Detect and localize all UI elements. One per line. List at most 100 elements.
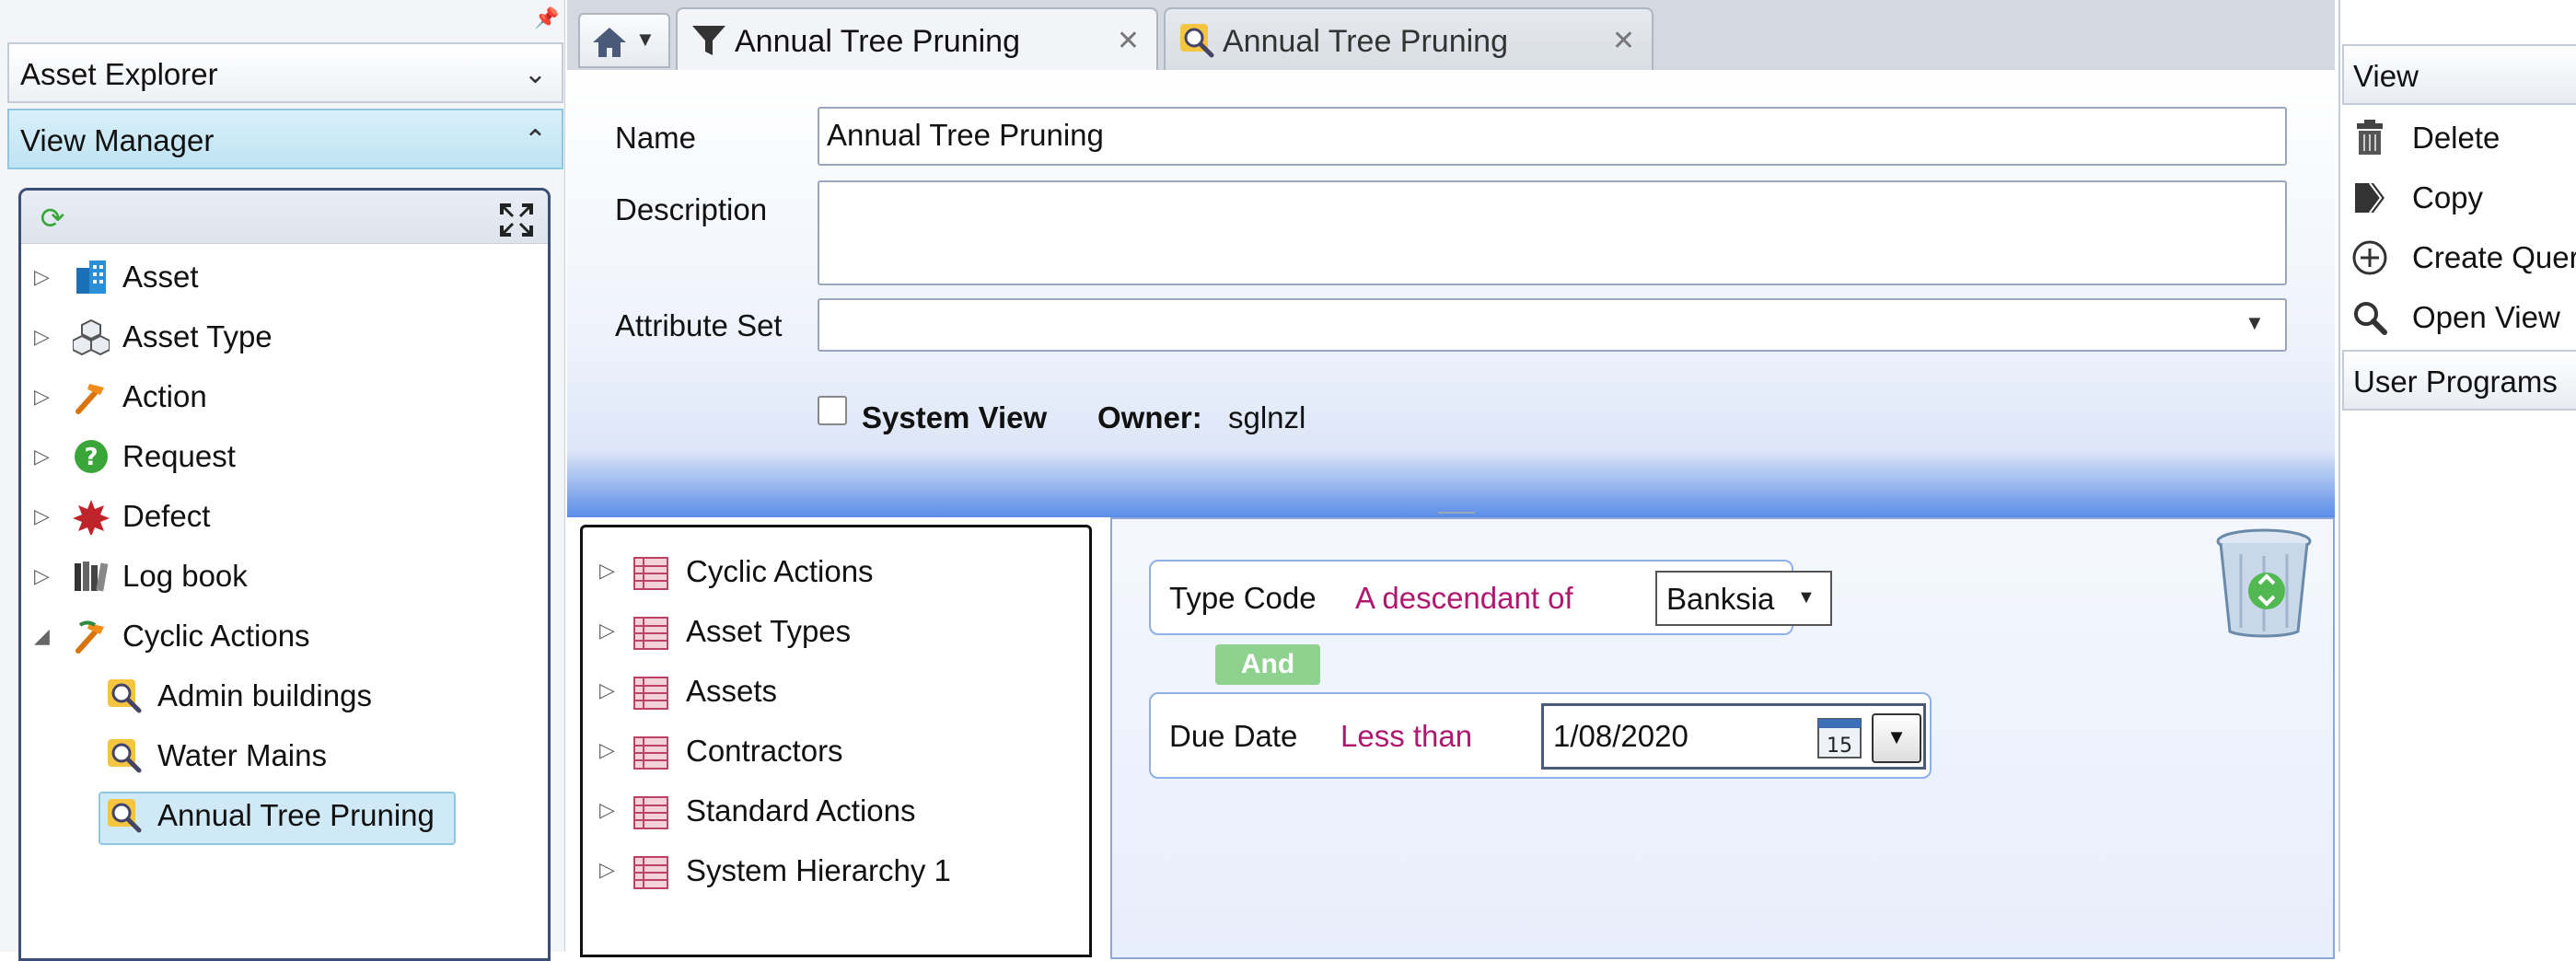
tree-item-label: Admin buildings (157, 678, 372, 712)
expand-arrow-icon[interactable]: ▷ (34, 504, 52, 529)
view-editor: ▼ Annual Tree Pruning ✕ Annual Tree Prun… (567, 0, 2335, 959)
criteria-operator[interactable]: A descendant of (1355, 562, 1573, 635)
collapse-arrow-icon[interactable]: ◢ (34, 623, 52, 649)
system-view-label: System View (862, 400, 1048, 434)
date-dropdown-button[interactable]: ▼ (1872, 713, 1921, 763)
delete-action[interactable]: Delete (2342, 109, 2576, 168)
and-operator-button[interactable]: And (1215, 644, 1320, 685)
right-action-panel: View Delete Copy Create Query Open View … (2338, 0, 2576, 952)
description-label: Description (615, 192, 768, 226)
expand-arrow-icon[interactable]: ▷ (34, 444, 52, 469)
close-icon[interactable]: ✕ (1117, 9, 1140, 74)
home-button[interactable]: ▼ (578, 13, 670, 68)
expand-arrow-icon[interactable]: ▷ (599, 559, 615, 583)
tab-strip: ▼ Annual Tree Pruning ✕ Annual Tree Prun… (567, 0, 2335, 72)
name-input[interactable]: Annual Tree Pruning (818, 107, 2287, 166)
criteria-operator[interactable]: Less than (1340, 700, 1472, 773)
calendar-icon[interactable]: 15 (1816, 715, 1862, 759)
expand-arrow-icon[interactable]: ▷ (34, 563, 52, 589)
description-input[interactable] (818, 180, 2287, 285)
recycle-bin-icon[interactable] (2213, 527, 2315, 641)
entity-item-label: Assets (686, 674, 778, 708)
action-label: Delete (2412, 121, 2501, 155)
entity-item-contractors[interactable]: ▷ Contractors (583, 722, 1089, 781)
tree-item-water-mains[interactable]: Water Mains (21, 728, 548, 783)
trash-icon (2357, 120, 2383, 155)
tree-item-cyclic-actions[interactable]: ◢ Cyclic Actions (21, 608, 548, 664)
table-icon (633, 736, 668, 770)
tree-item-asset-type[interactable]: ▷ Asset Type (21, 309, 548, 365)
action-label: Copy (2412, 180, 2484, 214)
copy-action[interactable]: Copy (2342, 168, 2576, 227)
due-date-value[interactable]: 1/08/2020 (1553, 706, 1688, 767)
criteria-due-date[interactable]: Due Date Less than 1/08/2020 15 ▼ (1149, 692, 1932, 779)
view-tree: ⟳ ▷ Asset ▷ Asset Type ▷ Action ▷ ? Requ… (18, 188, 551, 961)
tree-item-annual-tree-pruning[interactable]: Annual Tree Pruning (21, 788, 548, 845)
books-icon (75, 562, 109, 592)
action-label: Open View (2412, 300, 2560, 334)
expand-arrow-icon[interactable]: ▷ (599, 619, 615, 643)
tree-item-label: Action (122, 379, 207, 413)
magnifier-icon (2354, 302, 2387, 335)
pin-icon[interactable]: 📌 (534, 7, 559, 29)
fullscreen-icon[interactable] (498, 202, 535, 238)
create-query-action[interactable]: Create Query (2342, 228, 2576, 287)
view-magnifier-icon (1180, 24, 1214, 58)
due-date-picker[interactable]: 1/08/2020 15 ▼ (1541, 703, 1926, 770)
open-view-action[interactable]: Open View (2342, 288, 2576, 347)
tree-item-admin-buildings[interactable]: Admin buildings (21, 668, 548, 724)
view-section-header[interactable]: View (2342, 44, 2576, 105)
dropdown-arrow-icon[interactable]: ▼ (2245, 311, 2265, 335)
entity-item-assets[interactable]: ▷ Assets (583, 662, 1089, 721)
svg-text:?: ? (84, 444, 98, 471)
type-code-dropdown[interactable]: Banksia ▼ (1655, 571, 1832, 626)
tree-item-defect[interactable]: ▷ Defect (21, 489, 548, 544)
tree-item-asset[interactable]: ▷ Asset (21, 249, 548, 305)
expand-arrow-icon[interactable]: ▷ (34, 384, 52, 410)
entity-item-cyclic-actions[interactable]: ▷ Cyclic Actions (583, 542, 1089, 601)
tree-item-log-book[interactable]: ▷ Log book (21, 549, 548, 604)
system-view-checkbox[interactable] (818, 396, 847, 425)
table-icon (633, 677, 668, 710)
filter-icon (692, 26, 725, 55)
view-magnifier-icon (108, 679, 142, 713)
tree-item-label: Cyclic Actions (122, 619, 310, 653)
tree-item-request[interactable]: ▷ ? Request (21, 429, 548, 484)
expand-arrow-icon[interactable]: ▷ (34, 324, 52, 350)
tab-title: Annual Tree Pruning (735, 24, 1020, 59)
defect-burst-icon (73, 500, 110, 535)
criteria-field-label: Due Date (1169, 719, 1298, 753)
owner-label: Owner: (1097, 400, 1202, 434)
action-label: Create Query (2412, 240, 2576, 274)
asset-explorer-header[interactable]: Asset Explorer ⌄ (7, 42, 563, 103)
user-programs-header[interactable]: User Programs (2342, 350, 2576, 411)
cyclic-tools-icon (75, 620, 104, 654)
table-icon (633, 557, 668, 590)
close-icon[interactable]: ✕ (1612, 9, 1635, 74)
tree-item-action[interactable]: ▷ Action (21, 369, 548, 424)
tab-annual-tree-pruning-filter[interactable]: Annual Tree Pruning ✕ (676, 7, 1158, 72)
tab-annual-tree-pruning-view[interactable]: Annual Tree Pruning ✕ (1164, 7, 1654, 72)
entity-item-asset-types[interactable]: ▷ Asset Types (583, 602, 1089, 661)
view-manager-header[interactable]: View Manager ⌃ (7, 109, 563, 169)
entity-item-system-hierarchy-1[interactable]: ▷ System Hierarchy 1 (583, 841, 1089, 900)
copy-icon (2355, 182, 2385, 214)
tree-item-label: Water Mains (157, 738, 327, 772)
refresh-icon[interactable]: ⟳ (36, 202, 69, 235)
owner-value: sglnzl (1228, 400, 1306, 434)
criteria-type-code[interactable]: Type Code A descendant of Banksia ▼ (1149, 560, 1832, 635)
entity-item-label: Contractors (686, 734, 843, 768)
caret-down-icon: ▼ (635, 28, 656, 51)
tree-item-label: Defect (122, 499, 211, 533)
entity-tree: ▷ Cyclic Actions ▷ Asset Types ▷ Assets … (580, 525, 1092, 957)
expand-arrow-icon[interactable]: ▷ (599, 738, 615, 762)
expand-arrow-icon[interactable]: ▷ (599, 678, 615, 702)
name-label: Name (615, 121, 697, 155)
expand-arrow-icon[interactable]: ▷ (599, 858, 615, 882)
entity-item-standard-actions[interactable]: ▷ Standard Actions (583, 782, 1089, 840)
expand-arrow-icon[interactable]: ▷ (34, 264, 52, 290)
expand-arrow-icon[interactable]: ▷ (599, 798, 615, 822)
attribute-set-select[interactable] (818, 298, 2287, 352)
table-icon (633, 856, 668, 889)
view-manager-label: View Manager (20, 123, 215, 157)
